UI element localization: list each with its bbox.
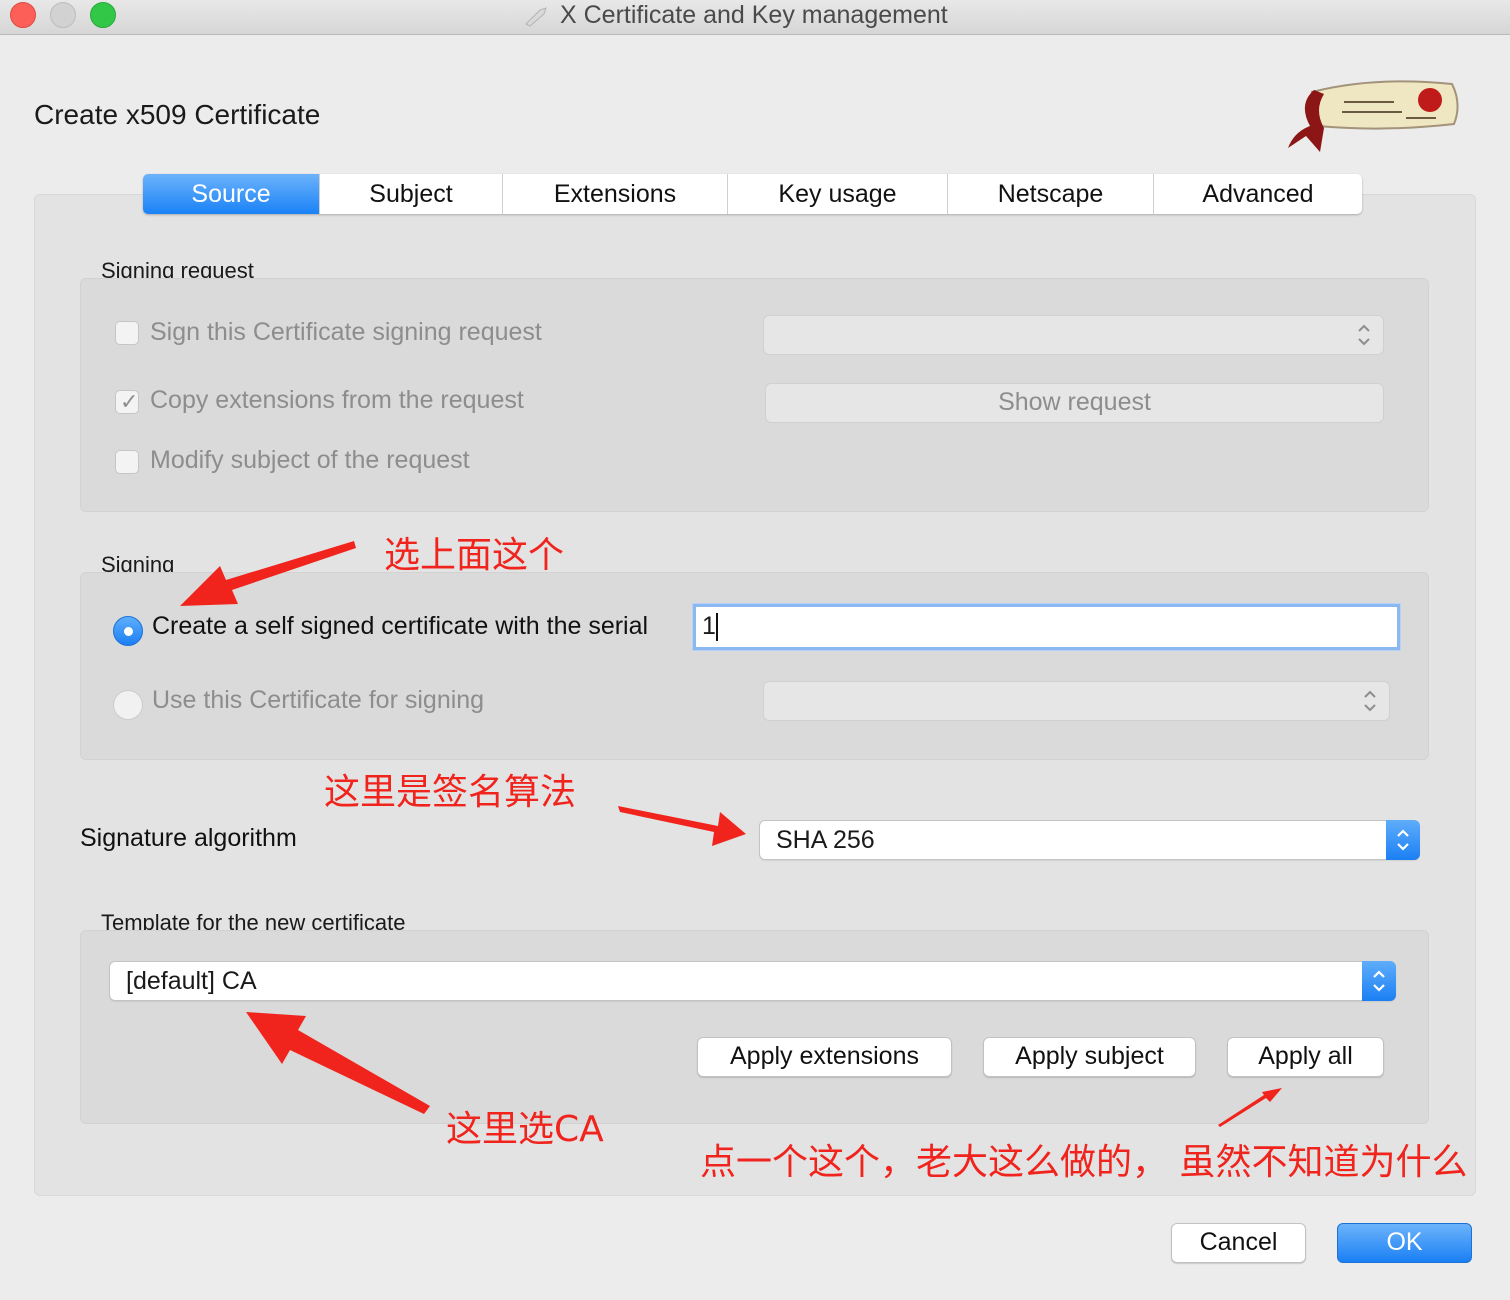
annotation-arrow-icon — [618, 806, 746, 846]
annotation-arrows-layer — [180, 541, 1282, 1127]
annotation-arrow-icon — [1218, 1088, 1282, 1127]
annotation-arrow-icon — [180, 541, 356, 606]
annotation-arrow-icon — [246, 1012, 430, 1114]
